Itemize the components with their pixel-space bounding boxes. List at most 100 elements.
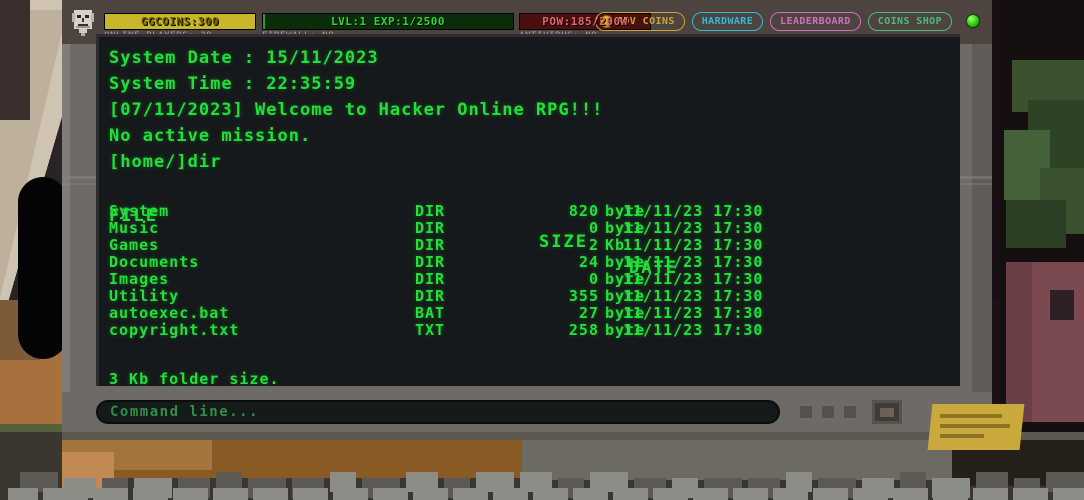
keyboard-key <box>333 488 368 500</box>
keyboard-key <box>893 488 928 500</box>
cell-date: 11/11/23 17:30 <box>623 287 764 305</box>
cell-date: 11/11/23 17:30 <box>623 253 764 271</box>
keyboard-key <box>573 488 608 500</box>
cell-date: 11/11/23 17:30 <box>623 304 764 322</box>
keyboard-key <box>93 488 128 500</box>
keyboard-key <box>43 488 88 500</box>
cell-type: DIR <box>415 253 446 271</box>
exp-bar-fill <box>263 14 265 29</box>
sticky-note-line <box>940 424 1010 428</box>
cell-size: 0 <box>588 219 599 237</box>
table-row: Utility DIR 355 byte 11/11/23 17:30 <box>109 288 960 305</box>
monitor-bezel-left <box>62 0 70 432</box>
keyboard-key <box>493 488 528 500</box>
keyboard-key <box>813 488 848 500</box>
cell-file: Utility <box>109 287 180 305</box>
background-plant-pot-dark <box>1050 290 1074 320</box>
exp-label: LVL:1 EXP:1/2500 <box>331 15 445 28</box>
keyboard-key <box>8 488 38 500</box>
table-row: autoexec.bat BAT 27 byte 11/11/23 17:30 <box>109 305 960 322</box>
background-shadow <box>0 0 30 120</box>
exp-bar: LVL:1 EXP:1/2500 <box>262 13 514 30</box>
indicator-dot-2[interactable] <box>822 406 834 418</box>
free-space-line: 2 Mb free space. <box>109 371 960 386</box>
keyboard-key <box>733 488 768 500</box>
file-table-header: FILE SIZE DATE <box>109 177 960 278</box>
command-line-placeholder: Command line... <box>110 404 259 420</box>
game-screen: GGCOINS:300 LVL:1 EXP:1/2500 POW:185/200… <box>0 0 1084 500</box>
table-row: System DIR 820 byte 11/11/23 17:30 <box>109 203 960 220</box>
keyboard-key <box>173 488 208 500</box>
keyboard-key <box>973 488 1008 500</box>
keyboard-key <box>853 488 888 500</box>
command-row: Command line... <box>96 398 960 426</box>
command-indicator-dots <box>800 406 856 418</box>
online-status-led-icon[interactable] <box>966 14 980 28</box>
keyboard-key <box>453 488 488 500</box>
power-label: POW:185/200W <box>542 15 628 28</box>
cell-file: copyright.txt <box>109 321 240 339</box>
send-command-button[interactable] <box>872 400 902 424</box>
indicator-dot-1[interactable] <box>800 406 812 418</box>
cell-date: 11/11/23 17:30 <box>623 321 764 339</box>
ggcoins-label: GGCOINS:300 <box>140 15 220 28</box>
command-echo-line: [home/]dir <box>109 152 222 172</box>
hardware-label: HARDWARE <box>701 16 754 27</box>
cell-size: 0 <box>588 270 599 288</box>
file-listing-table: FILE SIZE DATE System DIR 820 byte 11/11/23 … <box>109 177 960 339</box>
background-plant-pot-shade <box>1006 262 1032 422</box>
keyboard-key <box>293 488 328 500</box>
sticky-note-line <box>940 414 1002 418</box>
system-time-line: System Time : 22:35:59 <box>109 74 357 94</box>
disk-summary: 3 Kb folder size. 2 Mb free space. <box>109 354 960 387</box>
cell-size: 2 <box>588 236 599 254</box>
background-plant-leaf <box>1006 200 1066 248</box>
cell-date: 11/11/23 17:30 <box>623 202 764 220</box>
send-icon <box>880 407 894 417</box>
table-row: Games DIR 2 Kb 11/11/23 17:30 <box>109 237 960 254</box>
cell-size: 820 <box>568 202 599 220</box>
cell-size: 258 <box>568 321 599 339</box>
cell-type: DIR <box>415 287 446 305</box>
cell-type: BAT <box>415 304 446 322</box>
keyboard-key <box>693 488 728 500</box>
cell-type: DIR <box>415 270 446 288</box>
cell-type: DIR <box>415 236 446 254</box>
keyboard-key <box>1053 488 1084 500</box>
indicator-dot-3[interactable] <box>844 406 856 418</box>
cell-size: 24 <box>578 253 599 271</box>
cell-file: Images <box>109 270 170 288</box>
sticky-note-line <box>940 434 984 438</box>
keyboard-key <box>253 488 288 500</box>
keyboard-key <box>613 488 648 500</box>
cell-file: System <box>109 202 170 220</box>
cell-type: DIR <box>415 219 446 237</box>
cell-size: 355 <box>568 287 599 305</box>
cell-date: 11/11/23 17:30 <box>623 236 764 254</box>
leaderboard-button[interactable]: LEADERBOARD <box>770 12 861 31</box>
ggcoins-bar: GGCOINS:300 <box>104 13 256 30</box>
hud-nav-buttons: ADV COINS HARDWARE LEADERBOARD COINS SHO… <box>594 12 952 31</box>
keyboard-key <box>213 488 248 500</box>
table-row: Music DIR 0 byte 11/11/23 17:30 <box>109 220 960 237</box>
coins-shop-button[interactable]: COINS SHOP <box>867 12 952 31</box>
table-row: Documents DIR 24 byte 11/11/23 17:30 <box>109 254 960 271</box>
keyboard-key <box>773 488 808 500</box>
command-line-input[interactable]: Command line... <box>96 400 780 424</box>
leaderboard-label: LEADERBOARD <box>780 16 851 27</box>
keyboard-key <box>373 488 408 500</box>
cell-date: 11/11/23 17:30 <box>623 219 764 237</box>
cell-type: DIR <box>415 202 446 220</box>
cell-file: Games <box>109 236 160 254</box>
cell-size: 27 <box>578 304 599 322</box>
coins-shop-label: COINS SHOP <box>877 16 942 27</box>
cell-file: Music <box>109 219 160 237</box>
welcome-line: [07/11/2023] Welcome to Hacker Online RP… <box>109 100 604 120</box>
mission-line: No active mission. <box>109 126 312 146</box>
folder-size-line: 3 Kb folder size. <box>109 354 960 387</box>
cell-file: Documents <box>109 253 200 271</box>
keyboard-key <box>133 488 168 500</box>
hardware-button[interactable]: HARDWARE <box>691 12 764 31</box>
terminal-screen[interactable]: System Date : 15/11/2023 System Time : 2… <box>96 34 960 386</box>
table-row: Images DIR 0 byte 11/11/23 17:30 <box>109 271 960 288</box>
